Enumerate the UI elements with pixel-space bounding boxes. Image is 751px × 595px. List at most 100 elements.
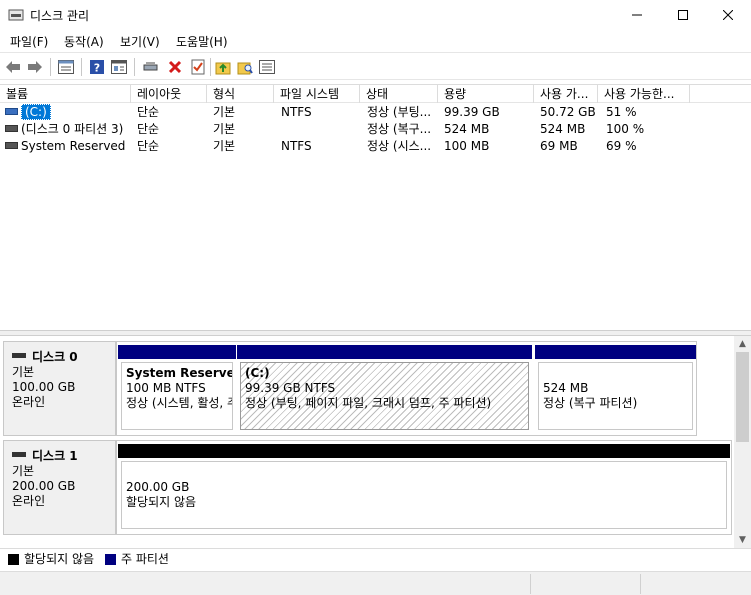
- partition-size: 524 MB: [543, 381, 589, 395]
- delete-icon: [168, 60, 182, 74]
- back-arrow-icon: [6, 61, 20, 73]
- menu-help[interactable]: 도움말(H): [176, 33, 228, 50]
- menu-file[interactable]: 파일(F): [10, 33, 48, 50]
- minimize-button[interactable]: [614, 0, 660, 30]
- volume-capacity: 99.39 GB: [444, 105, 500, 119]
- disk-status: 온라인: [12, 395, 46, 409]
- partition-status: 정상 (부팅, 페이지 파일, 크래시 덤프, 주 파티션): [245, 396, 492, 410]
- column-header-layout[interactable]: 레이아웃: [131, 85, 207, 103]
- volume-status: 정상 (복구...: [367, 122, 432, 136]
- up-folder-icon: [215, 62, 231, 75]
- scroll-up-arrow-icon[interactable]: ▲: [734, 336, 751, 352]
- volume-name: System Reserved: [21, 139, 126, 153]
- volume-type: 기본: [213, 122, 236, 136]
- drive-icon: [5, 108, 18, 115]
- list-view-button[interactable]: [57, 58, 75, 76]
- disk-name: 디스크 1: [32, 449, 78, 463]
- disk-name: 디스크 0: [32, 350, 78, 364]
- volume-layout: 단순: [137, 139, 160, 153]
- volume-percent-free: 51 %: [606, 105, 637, 119]
- volume-list-header: 볼륨 레이아웃 형식 파일 시스템 상태 용량 사용 가... 사용 가능한..…: [0, 85, 751, 103]
- column-header-volume[interactable]: 볼륨: [0, 85, 131, 103]
- volume-row[interactable]: (디스크 0 파티션 3) 단순 기본 정상 (복구... 524 MB 524…: [0, 121, 751, 138]
- legend-swatch: [8, 554, 19, 565]
- column-header-status[interactable]: 상태: [360, 85, 438, 103]
- disk-management-app-icon: [8, 9, 24, 21]
- volume-name: (디스크 0 파티션 3): [21, 122, 124, 136]
- partition-size: 200.00 GB: [126, 480, 190, 494]
- partition-size: 100 MB NTFS: [126, 381, 206, 395]
- disk-0-label[interactable]: 디스크 0 기본 100.00 GB 온라인: [3, 341, 116, 436]
- volume-row[interactable]: (C:) 단순 기본 NTFS 정상 (부팅... 99.39 GB 50.72…: [0, 104, 751, 121]
- partition-status: 할당되지 않음: [126, 495, 197, 509]
- forward-button[interactable]: [26, 58, 44, 76]
- toolbar: ?: [0, 52, 751, 80]
- column-header-filesystem[interactable]: 파일 시스템: [274, 85, 360, 103]
- volume-status: 정상 (시스...: [367, 139, 432, 153]
- column-header-capacity[interactable]: 용량: [438, 85, 534, 103]
- volume-list[interactable]: 볼륨 레이아웃 형식 파일 시스템 상태 용량 사용 가... 사용 가능한..…: [0, 84, 751, 330]
- connect-button[interactable]: [142, 58, 160, 76]
- partition-size: 99.39 GB NTFS: [245, 381, 336, 395]
- legend-item-unallocated: 할당되지 않음: [8, 552, 94, 567]
- legend-swatch: [105, 554, 116, 565]
- legend-label: 할당되지 않음: [24, 552, 95, 566]
- disk-status: 온라인: [12, 494, 46, 508]
- partition-unallocated[interactable]: 200.00 GB 할당되지 않음: [118, 444, 730, 532]
- disk-type: 기본: [12, 365, 35, 379]
- search-folder-icon: [237, 62, 253, 75]
- close-button[interactable]: [705, 0, 751, 30]
- volume-capacity: 100 MB: [444, 139, 490, 153]
- svg-text:?: ?: [94, 62, 100, 75]
- back-button[interactable]: [4, 58, 22, 76]
- volume-type: 기본: [213, 105, 236, 119]
- partition-status: 정상 (복구 파티션): [543, 396, 638, 410]
- list-view-icon: [58, 60, 74, 74]
- volume-layout: 단순: [137, 122, 160, 136]
- disk-list-button[interactable]: [258, 58, 276, 76]
- properties-icon: [111, 60, 127, 74]
- volume-status: 정상 (부팅...: [367, 105, 432, 119]
- help-button[interactable]: ?: [88, 58, 106, 76]
- volume-name[interactable]: (C:): [21, 104, 51, 120]
- title-bar: 디스크 관리: [0, 0, 751, 30]
- disk-1-label[interactable]: 디스크 1 기본 200.00 GB 온라인: [3, 440, 116, 535]
- column-header-type[interactable]: 형식: [207, 85, 274, 103]
- menu-action[interactable]: 동작(A): [64, 33, 104, 50]
- column-header-free-space[interactable]: 사용 가...: [534, 85, 598, 103]
- scroll-down-arrow-icon[interactable]: ▼: [734, 532, 751, 548]
- column-header-percent-free[interactable]: 사용 가능한...: [598, 85, 690, 103]
- close-icon: [723, 10, 733, 20]
- menu-bar: 파일(F) 동작(A) 보기(V) 도움말(H): [0, 30, 751, 52]
- partition-color-bar: [535, 345, 696, 359]
- maximize-button[interactable]: [660, 0, 706, 30]
- menu-view[interactable]: 보기(V): [120, 33, 160, 50]
- delete-button[interactable]: [166, 58, 184, 76]
- checkmark-icon: [191, 59, 205, 75]
- up-folder-button[interactable]: [214, 58, 232, 76]
- volume-percent-free: 100 %: [606, 122, 645, 136]
- search-folder-button[interactable]: [236, 58, 254, 76]
- partition-recovery[interactable]: 524 MB 정상 (복구 파티션): [535, 345, 696, 433]
- disk-size: 100.00 GB: [12, 380, 76, 394]
- drive-icon: [5, 142, 18, 149]
- scrollbar-thumb[interactable]: [736, 352, 749, 442]
- maximize-icon: [678, 10, 688, 20]
- partition-status: 정상 (시스템, 활성, 주 파티션): [126, 396, 232, 410]
- volume-row[interactable]: System Reserved 단순 기본 NTFS 정상 (시스... 100…: [0, 138, 751, 155]
- connect-icon: [143, 62, 158, 71]
- disk-pane-scrollbar[interactable]: ▲ ▼: [734, 336, 751, 548]
- help-icon: ?: [90, 60, 104, 75]
- disk-icon: [12, 353, 26, 358]
- disk-type: 기본: [12, 464, 35, 478]
- check-button[interactable]: [189, 58, 207, 76]
- partition-c[interactable]: (C:) 99.39 GB NTFS 정상 (부팅, 페이지 파일, 크래시 덤…: [237, 345, 532, 433]
- window-title: 디스크 관리: [30, 9, 90, 23]
- partition-name: [543, 366, 688, 381]
- partition-color-bar: [237, 345, 532, 359]
- properties-button[interactable]: [110, 58, 128, 76]
- volume-layout: 단순: [137, 105, 160, 119]
- disk-pane[interactable]: 디스크 0 기본 100.00 GB 온라인 System Reserved 1…: [0, 336, 751, 548]
- volume-filesystem: NTFS: [281, 139, 312, 153]
- partition-system-reserved[interactable]: System Reserved 100 MB NTFS 정상 (시스템, 활성,…: [118, 345, 236, 433]
